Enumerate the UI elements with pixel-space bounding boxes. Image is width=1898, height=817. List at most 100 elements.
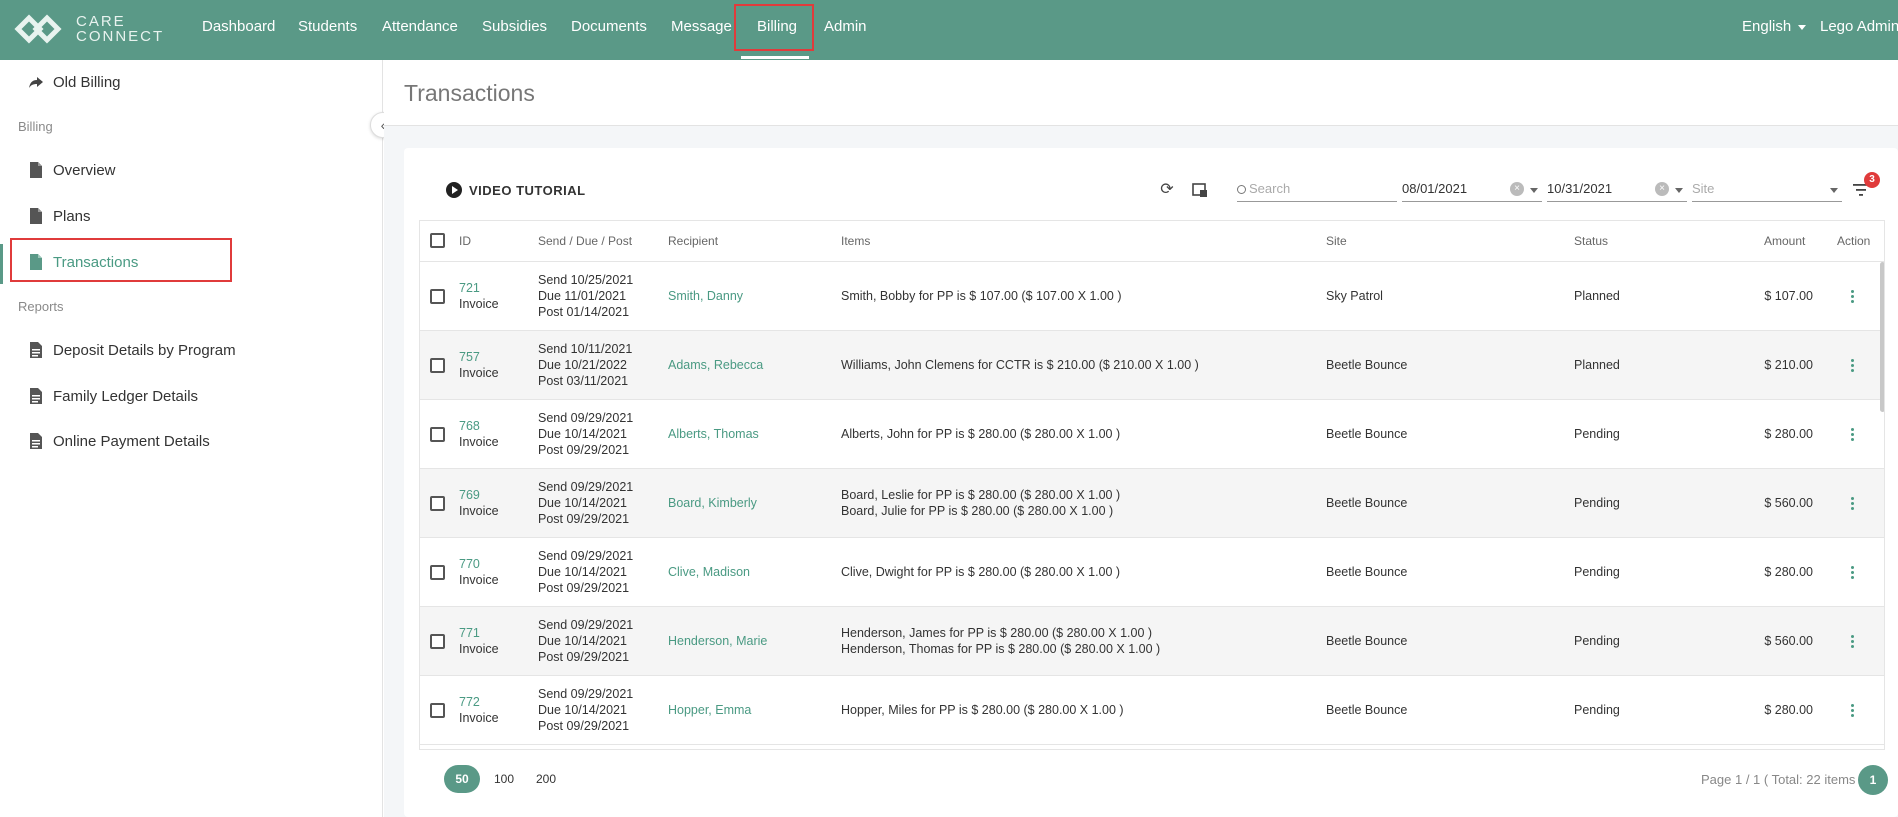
- user-menu[interactable]: Lego Admin: [1820, 0, 1898, 54]
- page-header: Transactions: [384, 60, 1898, 126]
- transaction-id-link[interactable]: 757: [459, 349, 480, 365]
- date-to-value: 10/31/2021: [1547, 181, 1613, 196]
- sidebar-section-reports: Reports: [18, 299, 64, 314]
- date-to-field[interactable]: 10/31/2021 ×: [1547, 178, 1687, 202]
- logo-mark-icon: [14, 14, 62, 44]
- chevron-down-icon[interactable]: [1675, 188, 1683, 193]
- sidebar-item-old-billing[interactable]: Old Billing: [28, 70, 121, 94]
- nav-dashboard[interactable]: Dashboard: [202, 0, 275, 54]
- sidebar-item-label: Plans: [53, 207, 91, 225]
- site-placeholder: Site: [1692, 181, 1715, 196]
- sidebar-item-overview[interactable]: Overview: [28, 158, 116, 182]
- recipient-link[interactable]: Henderson, Marie: [668, 633, 767, 649]
- select-all-checkbox[interactable]: [430, 233, 445, 248]
- nav-admin[interactable]: Admin: [824, 0, 867, 54]
- page-size-100[interactable]: 100: [486, 765, 522, 793]
- share-arrow-icon: [29, 77, 43, 88]
- recipient-link[interactable]: Clive, Madison: [668, 564, 750, 580]
- amount-value: $ 560.00: [1764, 496, 1813, 510]
- nav-documents[interactable]: Documents: [571, 0, 647, 54]
- row-checkbox[interactable]: [430, 358, 445, 373]
- sidebar-item-family-ledger[interactable]: Family Ledger Details: [28, 384, 198, 408]
- refresh-icon[interactable]: ⟳: [1157, 180, 1177, 200]
- status-value: Pending: [1574, 496, 1620, 510]
- send-date: Send 10/11/2021: [538, 342, 633, 356]
- search-input[interactable]: Search: [1237, 178, 1397, 202]
- row-checkbox[interactable]: [430, 496, 445, 511]
- page-number-1[interactable]: 1: [1858, 765, 1888, 795]
- transaction-id-link[interactable]: 770: [459, 556, 480, 572]
- more-vertical-icon[interactable]: [1851, 497, 1855, 511]
- due-date: Due 10/21/2022: [538, 358, 627, 372]
- date-from-field[interactable]: 08/01/2021 ×: [1402, 178, 1542, 202]
- col-send-due-post[interactable]: Send / Due / Post: [538, 234, 632, 248]
- transaction-id-link[interactable]: 721: [459, 280, 480, 296]
- send-date: Send 09/29/2021: [538, 480, 634, 494]
- transaction-type: Invoice: [459, 504, 499, 518]
- sidebar-item-label: Online Payment Details: [53, 432, 210, 450]
- sidebar-item-plans[interactable]: Plans: [28, 204, 91, 228]
- row-checkbox[interactable]: [430, 427, 445, 442]
- language-selector[interactable]: English: [1742, 0, 1807, 54]
- transaction-id-link[interactable]: 771: [459, 625, 480, 641]
- row-checkbox[interactable]: [430, 565, 445, 580]
- col-recipient[interactable]: Recipient: [668, 234, 718, 248]
- sidebar-item-label: Old Billing: [53, 73, 121, 91]
- more-vertical-icon[interactable]: [1851, 635, 1855, 649]
- site-select[interactable]: Site: [1692, 178, 1842, 202]
- more-vertical-icon[interactable]: [1851, 704, 1855, 718]
- highlight-box-billing: [734, 4, 814, 51]
- send-date: Send 10/25/2021: [538, 273, 634, 287]
- nav-message[interactable]: Message: [671, 0, 732, 54]
- col-id[interactable]: ID: [459, 234, 471, 248]
- item-line: Henderson, Thomas for PP is $ 280.00 ($ …: [841, 642, 1161, 656]
- date-from-value: 08/01/2021: [1402, 181, 1468, 196]
- page-size-50[interactable]: 50: [444, 765, 480, 793]
- page-size-200[interactable]: 200: [528, 765, 564, 793]
- table-row: 770 Invoice Send 09/29/2021 Due 10/14/20…: [420, 538, 1884, 607]
- recipient-link[interactable]: Adams, Rebecca: [668, 357, 763, 373]
- row-checkbox[interactable]: [430, 289, 445, 304]
- sidebar-item-deposit-details[interactable]: Deposit Details by Program: [28, 338, 236, 362]
- clear-icon[interactable]: ×: [1510, 182, 1524, 196]
- recipient-link[interactable]: Board, Kimberly: [668, 495, 757, 511]
- transactions-table: ID Send / Due / Post Recipient Items Sit…: [419, 220, 1885, 750]
- care-connect-logo[interactable]: CARE CONNECT: [14, 14, 164, 46]
- amount-value: $ 280.00: [1764, 703, 1813, 717]
- nav-students[interactable]: Students: [298, 0, 357, 54]
- col-items[interactable]: Items: [841, 234, 870, 248]
- search-placeholder: Search: [1249, 181, 1291, 196]
- site-value: Beetle Bounce: [1326, 427, 1408, 441]
- chevron-down-icon[interactable]: [1530, 188, 1538, 193]
- nav-attendance[interactable]: Attendance: [382, 0, 458, 54]
- col-status[interactable]: Status: [1574, 234, 1608, 248]
- recipient-link[interactable]: Hopper, Emma: [668, 702, 751, 718]
- more-vertical-icon[interactable]: [1851, 359, 1855, 373]
- video-tutorial-button[interactable]: VIDEO TUTORIAL: [446, 182, 586, 198]
- recipient-link[interactable]: Alberts, Thomas: [668, 426, 759, 442]
- col-site[interactable]: Site: [1326, 234, 1347, 248]
- transaction-id-link[interactable]: 768: [459, 418, 480, 434]
- send-date: Send 09/29/2021: [538, 687, 634, 701]
- more-vertical-icon[interactable]: [1851, 428, 1855, 442]
- more-vertical-icon[interactable]: [1851, 290, 1855, 304]
- row-checkbox[interactable]: [430, 634, 445, 649]
- report-icon: [30, 388, 42, 404]
- transaction-type: Invoice: [459, 297, 499, 311]
- table-scrollbar[interactable]: [1880, 262, 1884, 412]
- main-content: Transactions VIDEO TUTORIAL ⟳ Search 08/…: [384, 60, 1898, 817]
- table-row: 771 Invoice Send 09/29/2021 Due 10/14/20…: [420, 607, 1884, 676]
- more-vertical-icon[interactable]: [1851, 566, 1855, 580]
- nav-subsidies[interactable]: Subsidies: [482, 0, 547, 54]
- recipient-link[interactable]: Smith, Danny: [668, 288, 743, 304]
- transaction-id-link[interactable]: 769: [459, 487, 480, 503]
- chevron-down-icon: [1830, 188, 1838, 193]
- clear-icon[interactable]: ×: [1655, 182, 1669, 196]
- report-icon: [30, 433, 42, 449]
- due-date: Due 10/14/2021: [538, 565, 627, 579]
- col-amount[interactable]: Amount: [1764, 234, 1805, 248]
- sidebar-item-online-payment[interactable]: Online Payment Details: [28, 429, 210, 453]
- transaction-id-link[interactable]: 772: [459, 694, 480, 710]
- export-icon[interactable]: [1190, 180, 1210, 200]
- row-checkbox[interactable]: [430, 703, 445, 718]
